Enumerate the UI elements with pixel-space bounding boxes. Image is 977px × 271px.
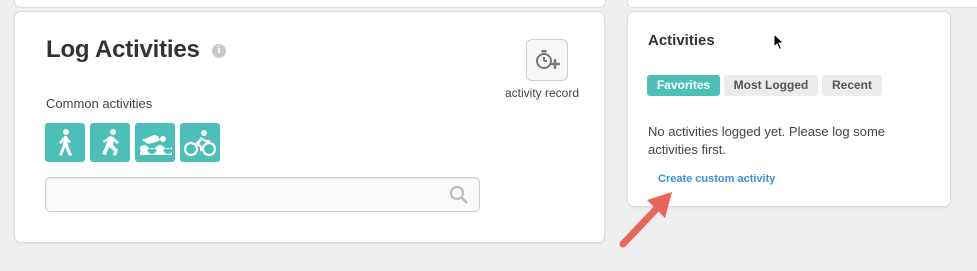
search-icon[interactable] (449, 185, 469, 205)
running-icon (102, 128, 119, 156)
info-icon[interactable]: i (212, 44, 226, 58)
activity-search-input[interactable] (45, 177, 480, 212)
stopwatch-plus-icon (536, 50, 560, 69)
empty-state-message: No activities logged yet. Please log som… (648, 124, 886, 157)
swimming-activity-button[interactable] (135, 123, 175, 162)
tab-favorites[interactable]: Favorites (647, 75, 720, 96)
walking-icon (59, 128, 72, 156)
activity-record-button[interactable] (526, 39, 568, 81)
tab-recent[interactable]: Recent (822, 75, 882, 96)
common-activities-label: Common activities (46, 96, 153, 111)
previous-panel-edge (627, 0, 977, 8)
annotation-arrow-icon (619, 192, 672, 248)
create-custom-activity-link[interactable]: Create custom activity (658, 173, 775, 185)
running-activity-button[interactable] (90, 123, 130, 162)
mouse-cursor-icon (773, 33, 785, 51)
previous-panel-edge (14, 0, 606, 8)
activities-title: Activities (648, 32, 715, 49)
cycling-icon (184, 129, 216, 156)
activity-record-label: activity record (505, 86, 580, 100)
swimming-icon (140, 134, 172, 155)
walking-activity-button[interactable] (45, 123, 85, 162)
page-title: Log Activities (46, 36, 200, 63)
log-activities-card: Log Activities i activity record Common … (14, 11, 605, 243)
activities-card: Activities Favorites Most Logged Recent … (627, 11, 951, 207)
cycling-activity-button[interactable] (180, 123, 220, 162)
tab-most-logged[interactable]: Most Logged (724, 75, 818, 96)
